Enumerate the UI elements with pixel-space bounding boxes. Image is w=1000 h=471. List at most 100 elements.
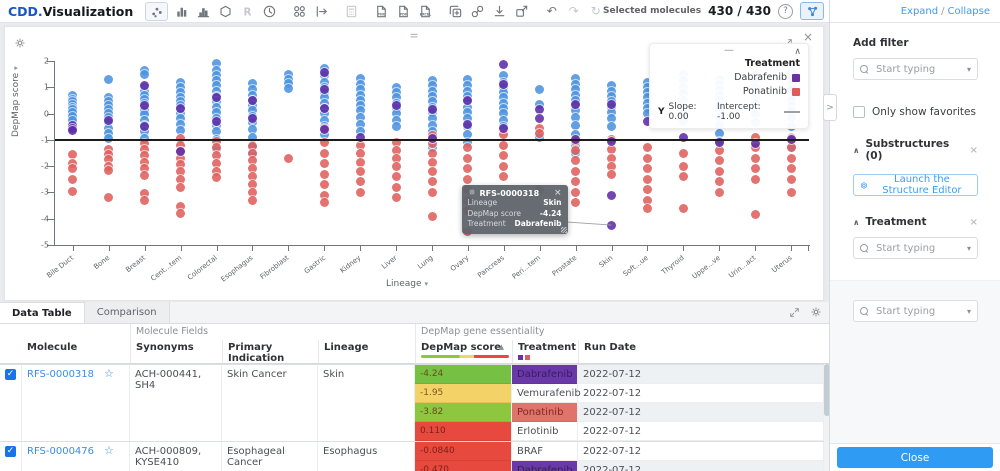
scatter-plot-icon[interactable]: [145, 1, 169, 21]
row-checkbox[interactable]: ✓: [5, 369, 16, 380]
scatter-point-unlabeled-blue[interactable]: [535, 85, 545, 95]
scatter-point-ponatinib[interactable]: [786, 187, 796, 197]
scatter-point-unlabeled-blue[interactable]: [140, 69, 150, 79]
export-pdf-icon[interactable]: PDF: [395, 3, 412, 20]
tab-comparison[interactable]: Comparison: [84, 302, 170, 323]
lineage-filter-select[interactable]: ▾: [853, 300, 978, 322]
scatter-point-ponatinib[interactable]: [355, 157, 365, 167]
redo-icon[interactable]: ↷: [565, 3, 582, 20]
add-filter-select[interactable]: ▾: [853, 58, 978, 80]
scatter-point-dabrafenib[interactable]: [571, 99, 581, 109]
scatter-point-ponatinib[interactable]: [68, 174, 78, 184]
scatter-point-ponatinib[interactable]: [499, 172, 509, 182]
scatter-point-ponatinib[interactable]: [642, 164, 652, 174]
scatter-point-ponatinib[interactable]: [678, 203, 688, 213]
scatter-point-ponatinib[interactable]: [140, 170, 150, 180]
scatter-point-ponatinib[interactable]: [714, 145, 724, 155]
scatter-point-ponatinib[interactable]: [319, 198, 329, 208]
column-header-treatment[interactable]: Treatment: [512, 340, 578, 363]
row-checkbox[interactable]: ✓: [5, 446, 16, 457]
scatter-point-ponatinib[interactable]: [571, 166, 581, 176]
scatter-point-ponatinib[interactable]: [176, 208, 186, 218]
scatter-point-ponatinib[interactable]: [427, 177, 437, 187]
x-axis-category-label[interactable]: Urin...act: [727, 254, 757, 280]
help-icon[interactable]: ?: [778, 3, 793, 19]
scatter-point-unlabeled-blue[interactable]: [283, 84, 293, 94]
x-axis-title[interactable]: Lineage ▾: [5, 279, 809, 289]
column-header-synonyms[interactable]: Synonyms: [130, 340, 222, 363]
scatter-point-ponatinib[interactable]: [427, 211, 437, 221]
scatter-point-ponatinib[interactable]: [319, 159, 329, 168]
scatter-point-dabrafenib[interactable]: [319, 124, 329, 134]
molecules-network-button[interactable]: [800, 2, 824, 20]
lineage-filter-input[interactable]: [874, 304, 962, 318]
scatter-point-ponatinib[interactable]: [750, 164, 760, 174]
scatter-point-ponatinib[interactable]: [355, 177, 365, 187]
scatter-point-ponatinib[interactable]: [68, 186, 78, 196]
scatter-point-dabrafenib[interactable]: [212, 116, 222, 126]
chart-close-icon[interactable]: ×: [803, 30, 813, 44]
legend-collapse-icon[interactable]: ∧: [794, 47, 801, 57]
scatter-point-ponatinib[interactable]: [391, 161, 401, 171]
scatter-point-ponatinib[interactable]: [714, 177, 724, 187]
treatment-filter-input[interactable]: [874, 241, 962, 255]
scatter-point-ponatinib[interactable]: [355, 166, 365, 176]
x-axis-category-label[interactable]: Kidney: [339, 254, 363, 275]
remove-substructures-filter-icon[interactable]: ×: [970, 145, 978, 156]
chevron-up-icon[interactable]: ∧: [853, 146, 860, 155]
scatter-point-ponatinib[interactable]: [499, 161, 509, 171]
x-axis-category-label[interactable]: Bile Duct: [46, 254, 76, 280]
scatter-point-ponatinib[interactable]: [750, 210, 760, 220]
remove-treatment-filter-icon[interactable]: ×: [970, 217, 978, 228]
x-axis-category-label[interactable]: Uterus: [770, 254, 793, 275]
scatter-point-unlabeled-blue[interactable]: [104, 74, 114, 84]
point-tooltip[interactable]: RFS-0000318 × Lineage Skin DepMap score -4.…: [461, 185, 568, 234]
history-clock-icon[interactable]: [261, 3, 278, 20]
scatter-point-ponatinib[interactable]: [283, 153, 293, 163]
scatter-point-dabrafenib[interactable]: [607, 190, 617, 200]
y-axis-title[interactable]: DepMap score ▾: [11, 66, 21, 137]
only-show-favorites-checkbox[interactable]: [853, 106, 865, 118]
scatter-point-ponatinib[interactable]: [247, 195, 257, 205]
x-axis-category-label[interactable]: Thyroid: [660, 254, 686, 276]
calculator-icon[interactable]: [343, 3, 360, 20]
scatter-point-ponatinib[interactable]: [571, 177, 581, 187]
scatter-point-ponatinib[interactable]: [391, 172, 401, 182]
scatter-point-dabrafenib[interactable]: [247, 95, 257, 105]
scatter-point-dabrafenib[interactable]: [607, 220, 617, 230]
scatter-point-ponatinib[interactable]: [319, 180, 329, 190]
scatter-point-ponatinib[interactable]: [642, 185, 652, 195]
refresh-icon[interactable]: ↻: [587, 3, 604, 20]
favorite-star-icon[interactable]: ☆: [104, 368, 114, 379]
scatter-point-ponatinib[interactable]: [607, 169, 617, 179]
table-expand-icon[interactable]: [789, 303, 800, 322]
scatter-point-ponatinib[interactable]: [535, 128, 545, 138]
scatter-point-dabrafenib[interactable]: [391, 101, 401, 111]
x-axis-category-label[interactable]: Prostate: [550, 254, 578, 278]
scatter-point-ponatinib[interactable]: [607, 144, 617, 154]
export-png-icon[interactable]: PNG: [373, 3, 390, 20]
scatter-point-ponatinib[interactable]: [68, 164, 78, 174]
scatter-point-ponatinib[interactable]: [571, 198, 581, 208]
export-excel-icon[interactable]: EXCEL: [417, 3, 434, 20]
column-header-molecule[interactable]: Molecule: [22, 340, 130, 363]
table-row[interactable]: ✓ RFS-0000476 ☆ ACH-000809, KYSE410 Esophage…: [0, 441, 830, 471]
scatter-point-ponatinib[interactable]: [786, 164, 796, 174]
scatter-point-ponatinib[interactable]: [642, 203, 652, 213]
scatter-point-ponatinib[interactable]: [678, 172, 688, 182]
scatter-point-ponatinib[interactable]: [678, 161, 688, 171]
close-button[interactable]: Close: [837, 447, 993, 468]
scatter-point-dabrafenib[interactable]: [499, 60, 509, 70]
sort-ascending-icon[interactable]: ▲: [499, 343, 504, 351]
histogram-icon[interactable]: [195, 3, 212, 20]
column-header-depmap-score[interactable]: DepMap score ▲: [415, 340, 512, 363]
sidebar-collapse-tab[interactable]: >: [823, 94, 837, 121]
scatter-point-ponatinib[interactable]: [571, 187, 581, 197]
scatter-point-ponatinib[interactable]: [104, 165, 114, 175]
x-axis-category-label[interactable]: Uppe...ve: [690, 254, 721, 281]
scatter-point-dabrafenib[interactable]: [499, 123, 509, 133]
scatter-point-unlabeled-blue[interactable]: [571, 120, 581, 130]
collapse-link[interactable]: Collapse: [948, 6, 991, 17]
scatter-point-unlabeled-blue[interactable]: [607, 122, 617, 132]
x-axis-category-label[interactable]: Liver: [380, 254, 398, 271]
